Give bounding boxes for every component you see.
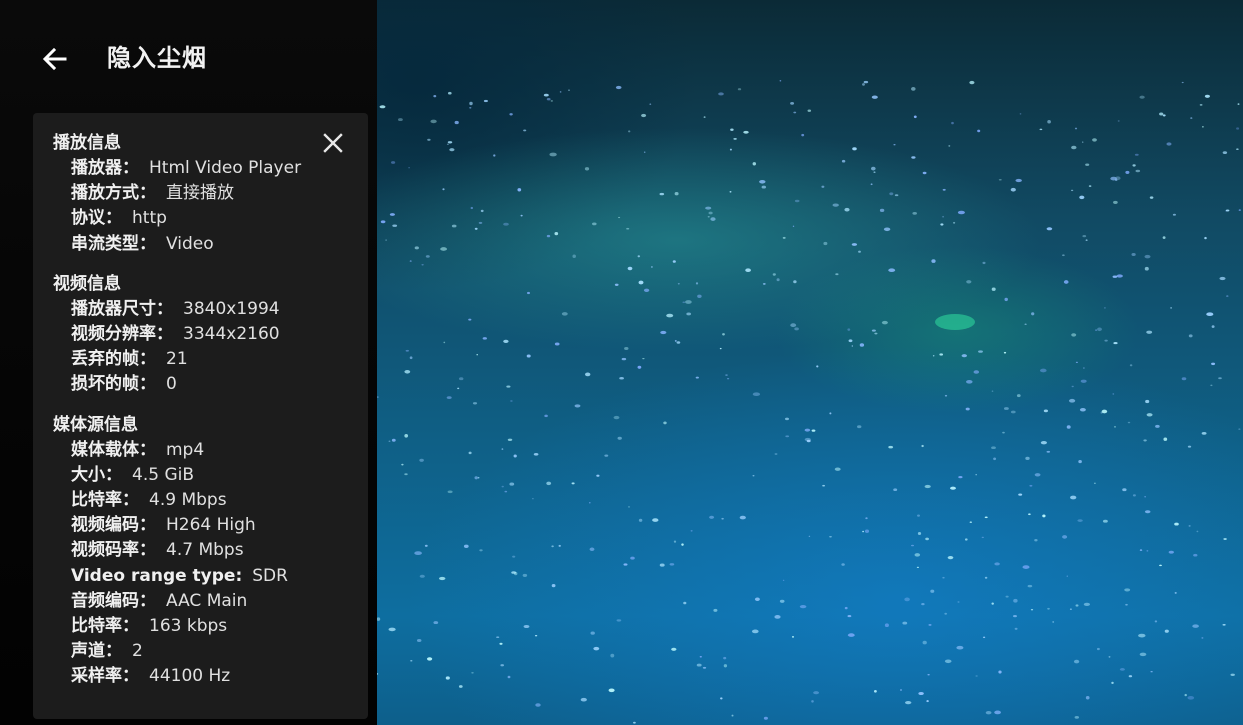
video-player-screen: 隐入尘烟 播放信息 播放器： Html Video Player 播放方式： 直接播… (0, 0, 1243, 725)
info-row-video-range-type: Video range type: SDR (53, 564, 368, 589)
section-title: 媒体源信息 (53, 414, 138, 435)
info-label: 播放方式： (71, 183, 156, 204)
info-row-size: 大小： 4.5 GiB (53, 463, 368, 488)
info-row-corrupted-frames: 损坏的帧： 0 (53, 372, 368, 397)
info-value: 2 (132, 641, 143, 662)
info-value: 直接播放 (166, 183, 234, 204)
info-label: 大小： (71, 464, 122, 485)
section-playback-info: 播放信息 播放器： Html Video Player 播放方式： 直接播放 协议：… (53, 131, 368, 257)
info-row-dropped-frames: 丢弃的帧： 21 (53, 347, 368, 372)
info-value: 44100 Hz (149, 666, 231, 687)
info-label: 比特率： (71, 490, 139, 511)
info-value: mp4 (166, 439, 205, 460)
side-panel: 隐入尘烟 播放信息 播放器： Html Video Player 播放方式： 直接播… (0, 0, 377, 725)
info-value: AAC Main (166, 590, 248, 611)
info-label: 采样率： (71, 666, 139, 687)
back-button[interactable] (36, 40, 74, 78)
info-row-audio-bitrate: 比特率： 163 kbps (53, 614, 368, 639)
info-row-sample-rate: 采样率： 44100 Hz (53, 664, 368, 689)
info-row-bitrate: 比特率： 4.9 Mbps (53, 488, 368, 513)
info-value: H264 High (166, 515, 256, 536)
info-label: 音频编码： (71, 590, 156, 611)
section-title: 播放信息 (53, 133, 121, 153)
info-value: 0 (166, 374, 177, 395)
info-row-play-method: 播放方式： 直接播放 (53, 181, 368, 206)
video-starfield (377, 79, 1241, 724)
info-label: 播放器尺寸： (71, 298, 173, 319)
info-label: 丢弃的帧： (71, 349, 156, 370)
info-value: 4.7 Mbps (166, 540, 244, 561)
info-label: 播放器： (71, 158, 139, 178)
info-row-player-size: 播放器尺寸： 3840x1994 (53, 297, 368, 322)
close-icon (323, 133, 343, 153)
info-value: 3344x2160 (183, 324, 280, 345)
info-label: 损坏的帧： (71, 374, 156, 395)
arrow-left-icon (42, 47, 67, 71)
info-row-stream-type: 串流类型： Video (53, 232, 368, 257)
info-value: 21 (166, 349, 188, 370)
info-value: 3840x1994 (183, 298, 280, 319)
section-video-info: 视频信息 播放器尺寸： 3840x1994 视频分辨率： 3344x2160 丢弃的… (53, 272, 368, 398)
video-frame[interactable] (377, 0, 1243, 725)
info-label: 视频分辨率： (71, 324, 173, 345)
info-label: Video range type: (71, 565, 243, 586)
info-value: Html Video Player (149, 158, 302, 178)
info-value: Video (166, 233, 214, 254)
info-label: 媒体载体： (71, 439, 156, 460)
section-title: 视频信息 (53, 273, 121, 294)
info-value: 163 kbps (149, 616, 228, 637)
info-row-audio-codec: 音频编码： AAC Main (53, 589, 368, 614)
info-row-player: 播放器： Html Video Player (53, 156, 368, 181)
playback-info-panel: 播放信息 播放器： Html Video Player 播放方式： 直接播放 协议：… (33, 113, 368, 719)
info-label: 比特率： (71, 616, 139, 637)
close-info-button[interactable] (322, 132, 344, 154)
info-row-video-resolution: 视频分辨率： 3344x2160 (53, 322, 368, 347)
info-value: 4.9 Mbps (149, 490, 227, 511)
info-row-container: 媒体载体： mp4 (53, 438, 368, 463)
info-row-video-bitrate: 视频码率： 4.7 Mbps (53, 538, 368, 563)
section-media-source-info: 媒体源信息 媒体载体： mp4 大小： 4.5 GiB 比特率： 4.9 Mbps 视… (53, 413, 368, 690)
header-bar: 隐入尘烟 (0, 28, 377, 88)
info-label: 协议： (71, 208, 122, 229)
info-value: 4.5 GiB (132, 464, 194, 485)
info-value: http (132, 208, 167, 229)
info-row-video-codec: 视频编码： H264 High (53, 513, 368, 538)
info-row-channels: 声道： 2 (53, 639, 368, 664)
info-value: SDR (252, 565, 288, 586)
info-label: 视频编码： (71, 515, 156, 536)
info-row-protocol: 协议： http (53, 206, 368, 231)
info-label: 声道： (71, 641, 122, 662)
page-title: 隐入尘烟 (107, 44, 207, 72)
info-label: 串流类型： (71, 233, 156, 254)
info-label: 视频码率： (71, 540, 156, 561)
